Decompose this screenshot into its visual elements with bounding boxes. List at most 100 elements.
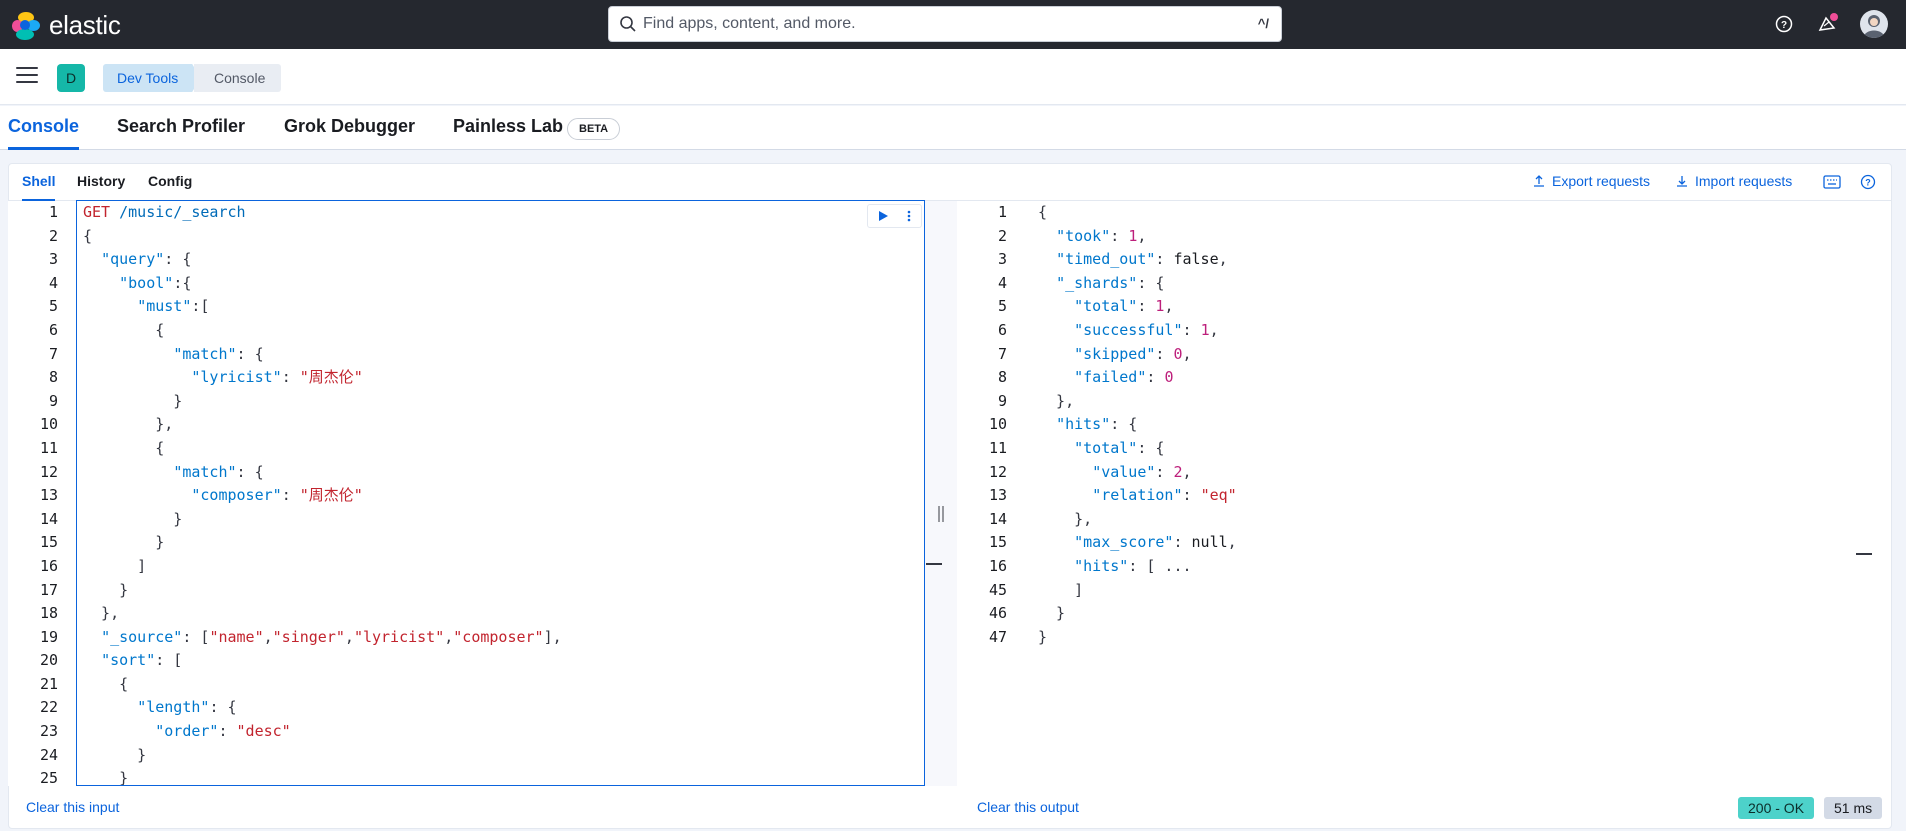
resize-grip-icon (938, 506, 944, 522)
request-line-numbers: 1 2 3 4 5 6 7 8 9 10 11 12 13 14 15 16 17 18 19 20 21 22 23 24 2… (8, 201, 58, 791)
response-line-number: 3 (997, 250, 1007, 269)
request-line-number: 19 (39, 627, 58, 646)
response-line-number: 4 (997, 273, 1007, 292)
subtab-shell[interactable]: Shell (22, 173, 56, 201)
request-line-number: 4 (48, 273, 58, 292)
elastic-logo[interactable]: elastic (12, 10, 121, 41)
response-code-line: "successful": 1, (1074, 320, 1219, 339)
breadcrumb-dev-tools[interactable]: Dev Tools (103, 64, 200, 92)
response-code-line: "hits": { (1056, 415, 1138, 434)
request-line-number: 17 (39, 580, 58, 599)
play-icon[interactable] (877, 210, 889, 222)
response-code-line: "value": 2, (1092, 462, 1192, 481)
response-line-number: 12 (988, 462, 1007, 481)
response-line-number: 11 (988, 438, 1007, 457)
svg-text:?: ? (1865, 178, 1871, 188)
request-line-number: 15 (39, 533, 58, 552)
global-search-input[interactable]: Find apps, content, and more. ^/ (608, 6, 1282, 42)
response-line-number: 46 (988, 604, 1007, 623)
editor-resize-handle[interactable] (925, 201, 957, 786)
clear-output-button[interactable]: Clear this output (977, 799, 1079, 831)
response-line-number: 5 (997, 297, 1007, 316)
response-line-numbers: 1 2 3 4 5 6 7 8 9 10 11 12 13 14 15 16 45 46 47 (957, 201, 1007, 649)
import-icon (1677, 176, 1687, 187)
request-line-number: 5 (48, 297, 58, 316)
menu-icon[interactable] (16, 67, 38, 87)
logo-text: elastic (49, 10, 121, 40)
top-header: elastic Find apps, content, and more. ^/… (0, 0, 1906, 49)
request-selection-frame (76, 200, 925, 786)
more-options-icon[interactable] (906, 209, 912, 223)
subtab-history[interactable]: History (77, 173, 125, 201)
request-line-number: 8 (48, 368, 58, 387)
user-avatar[interactable] (1860, 10, 1888, 38)
response-line-number: 2 (997, 226, 1007, 245)
response-code-line: ] (1038, 580, 1084, 599)
search-icon (620, 16, 636, 32)
tab-console[interactable]: Console (8, 116, 80, 150)
console-subtabs: Shell History Config Export requests Imp… (8, 163, 1892, 201)
response-code-line: "_shards": { (1056, 273, 1165, 292)
response-line-number: 6 (997, 320, 1007, 339)
clear-input-button[interactable]: Clear this input (26, 799, 119, 831)
request-line-number: 24 (39, 745, 58, 764)
beta-badge: BETA (567, 118, 621, 140)
response-code-line: }, (1038, 391, 1075, 410)
request-line-number: 20 (39, 651, 58, 670)
response-code-line: "total": 1, (1074, 297, 1174, 316)
response-line-number: 14 (988, 509, 1007, 528)
request-actions (867, 204, 922, 228)
response-code-line: { (1038, 203, 1048, 221)
search-shortcut: ^/ (1257, 16, 1269, 31)
response-code-line: } (1038, 604, 1066, 623)
response-line-number: 8 (997, 368, 1007, 387)
request-line-number: 14 (39, 509, 58, 528)
tab-search-profiler[interactable]: Search Profiler (117, 116, 245, 150)
request-line-number: 6 (48, 320, 58, 339)
console-help-icon[interactable]: ? (1860, 174, 1876, 190)
breadcrumb-bar: D Dev Tools Console (0, 49, 1906, 105)
breadcrumb-console: Console (194, 64, 282, 92)
dev-tools-tabs: Console Search Profiler Grok Debugger Pa… (0, 106, 1906, 150)
response-code-line: "total": { (1074, 438, 1165, 457)
request-line-number: 1 (48, 203, 58, 221)
help-icon[interactable]: ? (1773, 13, 1795, 35)
elastic-logo-icon (12, 11, 40, 40)
request-line-number: 7 (48, 344, 58, 363)
export-requests-button[interactable]: Export requests (1532, 173, 1650, 189)
request-line-number: 22 (39, 698, 58, 717)
user-avatar-icon (1863, 15, 1885, 38)
keyboard-shortcuts-icon[interactable] (1823, 175, 1841, 189)
request-line-number: 25 (39, 769, 58, 788)
tab-painless-lab[interactable]: Painless Lab (453, 116, 563, 150)
request-line-number: 21 (39, 674, 58, 693)
subtab-config[interactable]: Config (148, 173, 192, 201)
request-line-number: 18 (39, 604, 58, 623)
import-requests-button[interactable]: Import requests (1675, 173, 1792, 189)
svg-text:?: ? (1781, 20, 1787, 31)
response-code-line: "failed": 0 (1074, 368, 1174, 387)
response-line-number: 15 (988, 533, 1007, 552)
import-requests-label: Import requests (1695, 173, 1793, 189)
response-editor[interactable]: 1 2 3 4 5 6 7 8 9 10 11 12 13 14 15 16 45 46 47 { "took": … (957, 201, 1873, 786)
duration-badge: 51 ms (1824, 797, 1883, 819)
request-line-number: 9 (48, 391, 58, 410)
request-line-number: 12 (39, 462, 58, 481)
export-icon (1534, 175, 1544, 187)
request-line-number: 3 (48, 250, 58, 269)
search-placeholder: Find apps, content, and more. (643, 15, 856, 32)
tab-grok-debugger[interactable]: Grok Debugger (284, 116, 415, 150)
response-code-line: "took": 1, (1056, 226, 1147, 245)
response-line-number: 7 (997, 344, 1007, 363)
request-line-number: 11 (39, 438, 58, 457)
news-feed-icon[interactable] (1816, 13, 1838, 35)
request-line-number: 10 (39, 415, 58, 434)
response-code-line: } (1038, 627, 1048, 646)
status-badge: 200 - OK (1738, 797, 1815, 819)
response-code-line: }, (1038, 509, 1093, 528)
space-avatar[interactable]: D (57, 64, 85, 92)
request-line-number: 13 (39, 486, 58, 505)
response-line-number: 45 (988, 580, 1007, 599)
request-line-number: 16 (39, 556, 58, 575)
response-line-number: 9 (997, 391, 1007, 410)
